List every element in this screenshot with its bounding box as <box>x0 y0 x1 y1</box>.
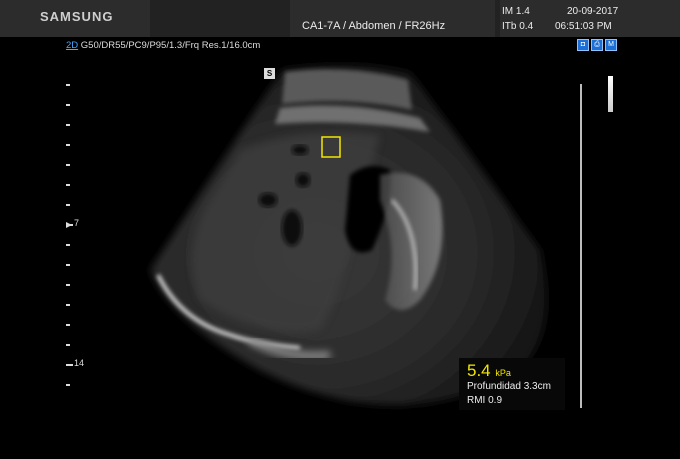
grayscale-bar <box>608 76 613 112</box>
depth-tick <box>66 164 70 166</box>
vessel-4 <box>282 210 302 246</box>
depth-tick <box>66 364 73 366</box>
stiffness-unit: kPa <box>495 368 511 378</box>
depth-tick <box>66 124 70 126</box>
depth-bottom-label: 14 <box>74 358 85 368</box>
depth-tick <box>66 384 70 386</box>
depth-tick <box>66 204 70 206</box>
depth-tick <box>66 304 70 306</box>
depth-tick <box>66 244 70 246</box>
vessel-3 <box>259 193 277 207</box>
focus-marker-icon[interactable] <box>66 222 72 228</box>
depth-scale <box>66 84 73 386</box>
vessel-1 <box>292 145 308 155</box>
time-scale-bar <box>580 84 582 408</box>
stiffness-value: 5.4 <box>467 361 491 380</box>
depth-tick <box>66 344 70 346</box>
s-badge: S <box>264 68 275 79</box>
measurement-panel: 5.4 kPa Profundidad 3.3cm RMI 0.9 <box>459 358 565 410</box>
measurement-depth: Profundidad 3.3cm <box>467 381 551 392</box>
depth-focus-label: 7 <box>74 218 80 228</box>
depth-tick <box>66 184 70 186</box>
depth-tick <box>66 104 70 106</box>
stiffness-result: 5.4 kPa <box>467 361 511 381</box>
vessel-2 <box>296 173 310 187</box>
depth-tick <box>66 264 70 266</box>
depth-tick <box>66 144 70 146</box>
measurement-rmi: RMI 0.9 <box>467 395 503 406</box>
ultrasound-image <box>66 65 547 406</box>
depth-tick <box>66 284 70 286</box>
depth-tick <box>66 84 70 86</box>
depth-tick <box>66 324 70 326</box>
